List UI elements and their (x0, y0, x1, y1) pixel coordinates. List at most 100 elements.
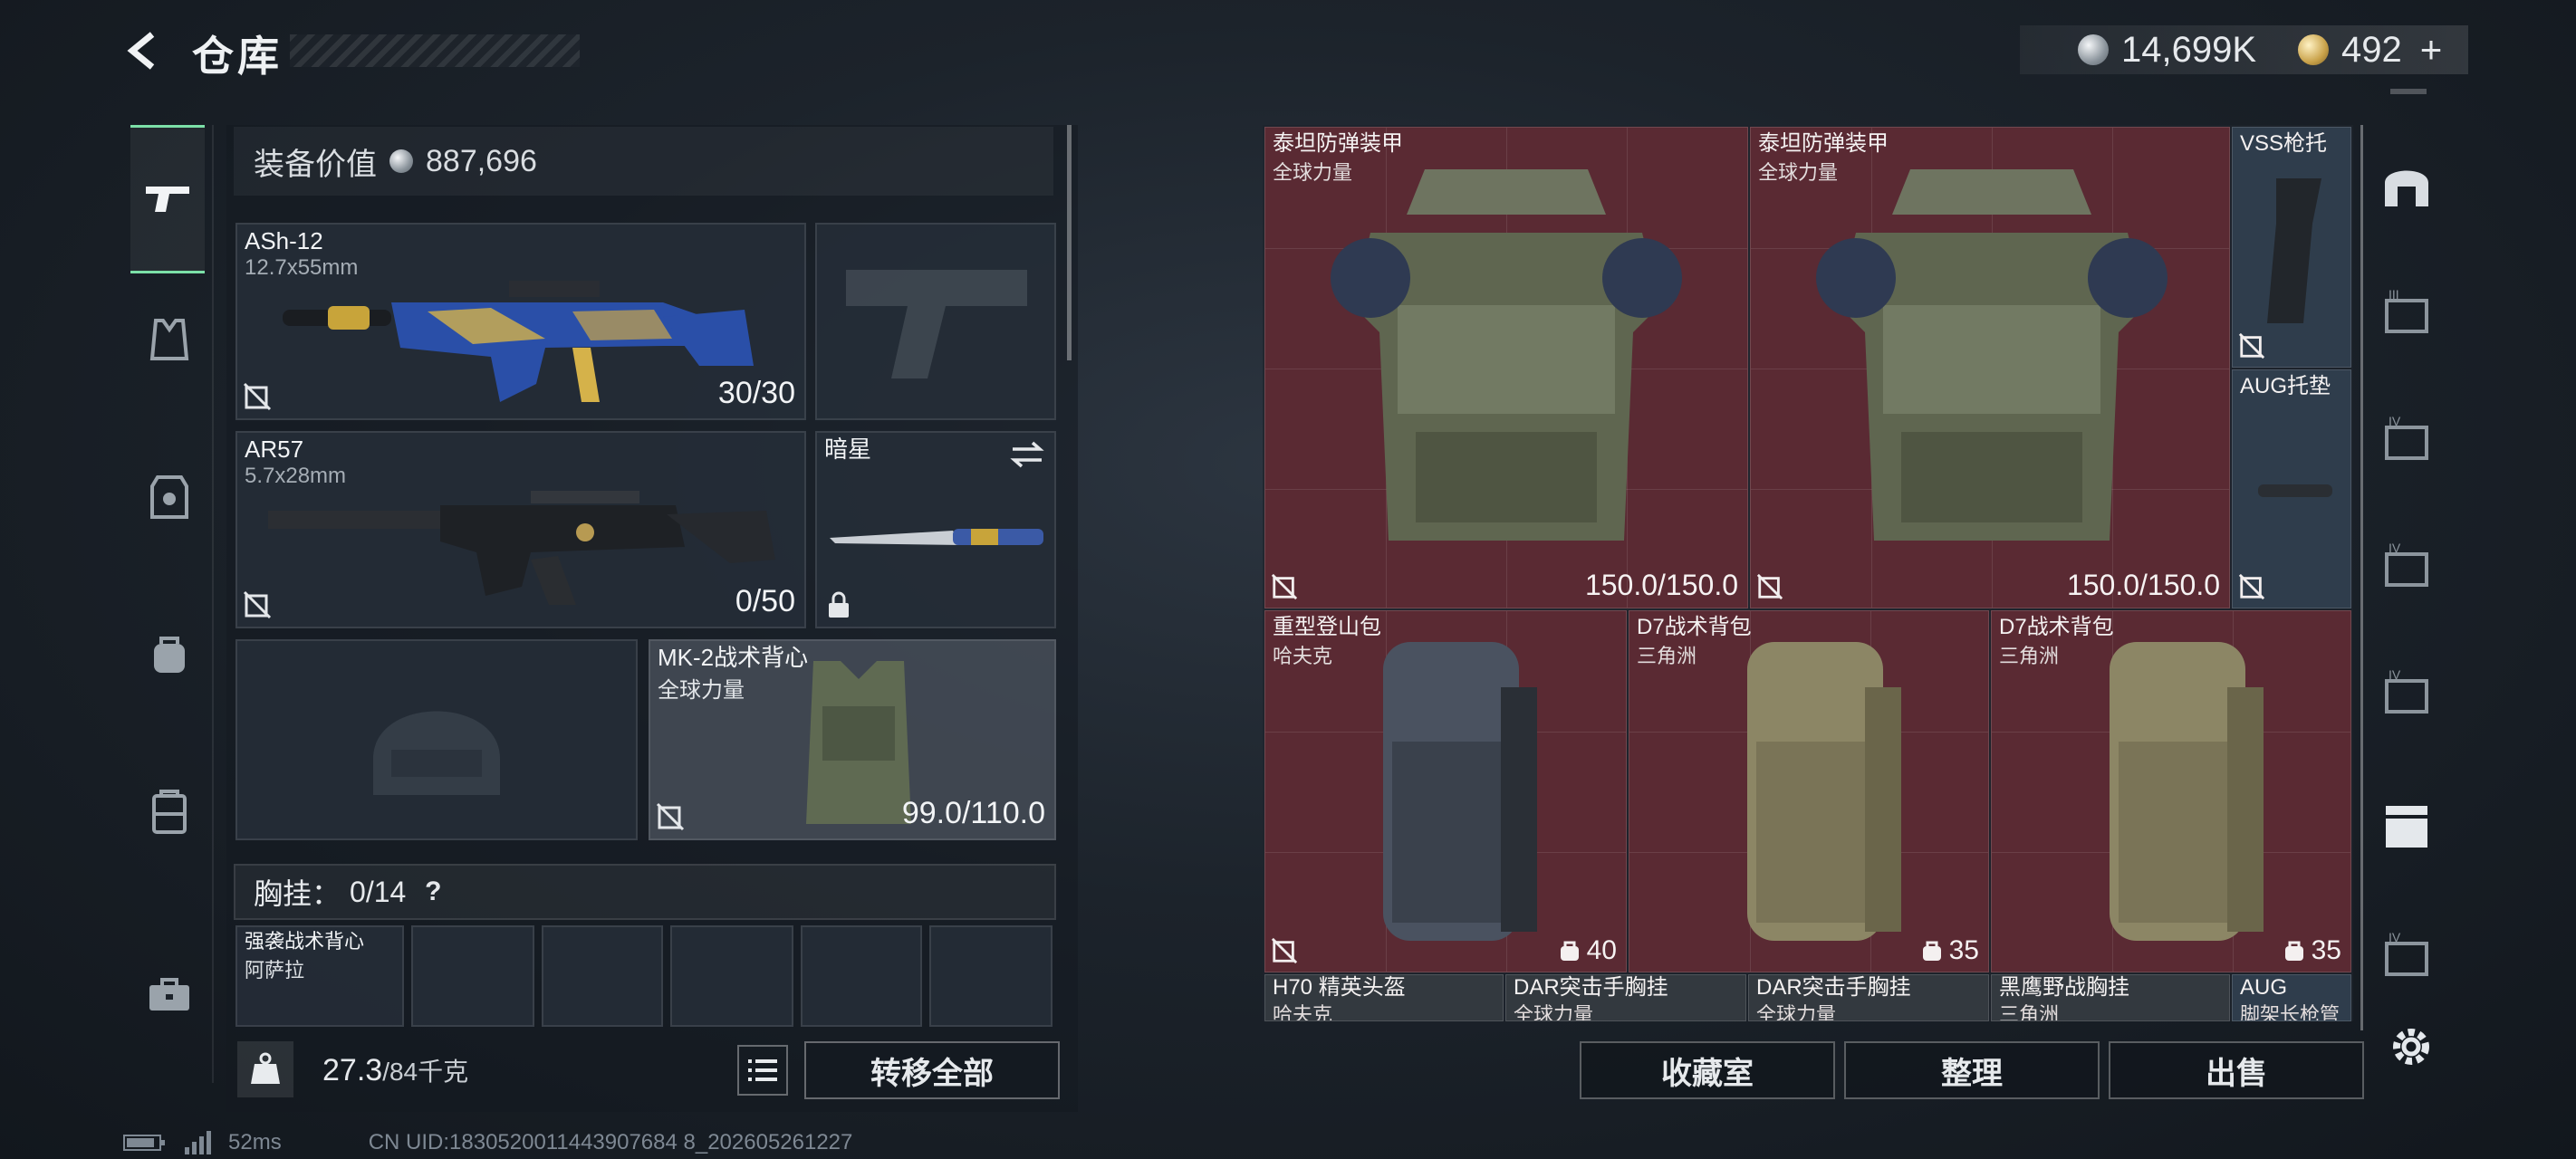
no-insure-icon (1271, 573, 1298, 600)
storage-box-icon: IV (2385, 931, 2428, 976)
item-name: 强袭战术背心 (245, 930, 365, 953)
uid-text: CN UID:1830520011443907684 8_20260526122… (368, 1130, 853, 1154)
no-insure-icon (243, 382, 272, 411)
rifle-image (283, 281, 754, 402)
rail-item-case[interactable] (132, 775, 207, 849)
helmet-silhouette-icon (373, 711, 500, 795)
tab-storage-4b[interactable]: IV (2372, 532, 2441, 601)
storage-item[interactable]: VSS枪托 (2232, 127, 2351, 368)
storage-box-icon: IV (2385, 668, 2428, 714)
rail-item-weapons[interactable] (130, 125, 205, 273)
item-name: VSS枪托 (2240, 131, 2328, 156)
rail-item-vest[interactable] (132, 302, 207, 377)
rail-handle (2390, 89, 2427, 94)
durability: 150.0/150.0 (2066, 569, 2220, 601)
loadout-scrollbar[interactable] (1067, 125, 1072, 360)
rig-slot[interactable] (411, 925, 534, 1027)
storage-item[interactable]: H70 精英头盔 哈夫克 (1264, 974, 1504, 1021)
chest-rig-bar: 胸挂： 0/14 ? (234, 864, 1056, 920)
storage-box-icon: IV (2385, 541, 2428, 587)
armor-slot[interactable]: MK-2战术背心 全球力量 99.0/110.0 (649, 639, 1056, 840)
case-icon (152, 790, 187, 834)
page-title: 仓库 (192, 33, 283, 80)
equipment-value-label: 装备价值 (254, 147, 377, 182)
storage-item[interactable]: AUG托垫 (2232, 369, 2351, 608)
collection-room-button[interactable]: 收藏室 (1580, 1041, 1835, 1099)
add-currency-button[interactable]: + (2420, 28, 2443, 72)
rig-slot[interactable] (929, 925, 1053, 1027)
storage-item[interactable]: D7战术背包 三角洲 35 (1629, 610, 1989, 972)
storage-item[interactable]: AUG 脚架长枪管 (2232, 974, 2351, 1021)
storage-item[interactable]: D7战术背包 三角洲 35 (1991, 610, 2351, 972)
help-icon[interactable]: ? (415, 874, 451, 910)
swap-icon[interactable] (1009, 440, 1045, 469)
item-name: 黑鹰野战胸挂 (1999, 975, 2129, 1000)
bag-capacity-icon (2284, 941, 2303, 961)
rail-item-armor[interactable] (132, 460, 207, 534)
transfer-all-button[interactable]: 转移全部 (804, 1041, 1060, 1099)
item-sub: 全球力量 (1514, 1003, 1594, 1021)
back-button[interactable] (118, 25, 168, 76)
organize-button[interactable]: 整理 (1844, 1041, 2100, 1099)
capacity: 40 (1558, 935, 1617, 966)
settings-button[interactable] (2386, 1021, 2437, 1072)
tab-all[interactable] (2372, 152, 2441, 221)
pistol-slot[interactable] (815, 223, 1056, 420)
item-name: AUG托垫 (2240, 374, 2331, 398)
signal-icon (185, 1131, 211, 1154)
tab-storage-special[interactable] (2372, 795, 2441, 864)
rig-slot[interactable] (801, 925, 922, 1027)
sell-button[interactable]: 出售 (2109, 1041, 2364, 1099)
storage-tab-rail: III IV IV IV IV (2360, 89, 2444, 1030)
storage-item[interactable]: 泰坦防弹装甲 全球力量 150.0/150.0 (1750, 127, 2230, 608)
primary-weapon-slot[interactable]: ASh-12 12.7x55mm 30/30 (235, 223, 806, 420)
tab-storage-3[interactable]: III (2372, 279, 2441, 348)
helmet-slot[interactable] (235, 639, 638, 840)
rifle-image (268, 491, 775, 605)
storage-item[interactable]: 泰坦防弹装甲 全球力量 150.0/150.0 (1264, 127, 1748, 608)
tab-storage-4c[interactable]: IV (2372, 659, 2441, 728)
durability: 99.0/110.0 (901, 796, 1045, 830)
capacity: 35 (1920, 935, 1979, 966)
body-armor-image (1816, 169, 2167, 541)
svg-text:IV: IV (2389, 541, 2401, 555)
armor-icon (150, 475, 188, 519)
header: 仓库 14,699K 492 + (0, 0, 2576, 109)
no-insure-icon (2238, 573, 2265, 600)
storage-box-icon: III (2385, 288, 2428, 333)
backpack-image (1383, 642, 1537, 941)
storage-item[interactable]: 黑鹰野战胸挂 三角洲 (1991, 974, 2230, 1021)
storage-box-icon: IV (2385, 415, 2428, 460)
storage-item[interactable]: DAR突击手胸挂 全球力量 (1748, 974, 1989, 1021)
svg-text:III: III (2389, 288, 2399, 302)
backpack-image (1747, 642, 1901, 941)
secondary-weapon-slot[interactable]: AR57 5.7x28mm 0/50 (235, 431, 806, 628)
tab-storage-4a[interactable]: IV (2372, 406, 2441, 474)
list-view-button[interactable] (737, 1045, 788, 1096)
item-name: ASh-12 (245, 227, 323, 254)
rig-slot[interactable] (542, 925, 663, 1027)
body-armor-image (1331, 169, 1682, 541)
status-bar: 52ms CN UID:1830520011443907684 8_202605… (123, 1130, 852, 1155)
melee-slot[interactable]: 暗星 (815, 431, 1056, 628)
item-sub: 三角洲 (1637, 645, 1697, 667)
stock-pad-image (2258, 484, 2332, 497)
no-insure-icon (2238, 332, 2265, 359)
item-sub: 哈夫克 (1273, 1003, 1333, 1021)
rig-item-slot[interactable]: 强袭战术背心 阿萨拉 (235, 925, 404, 1027)
storage-item[interactable]: 重型登山包 哈夫克 40 (1264, 610, 1627, 972)
weight-current: 27.3 (322, 1053, 383, 1087)
storage-item[interactable]: DAR突击手胸挂 全球力量 (1505, 974, 1746, 1021)
lock-icon (829, 591, 849, 618)
durability: 150.0/150.0 (1584, 569, 1738, 601)
bag-capacity-icon (1922, 941, 1941, 961)
tab-storage-4d[interactable]: IV (2372, 922, 2441, 991)
rig-slot[interactable] (670, 925, 793, 1027)
item-sub: 哈夫克 (1273, 645, 1333, 667)
item-name: AUG (2240, 975, 2288, 1000)
rail-item-backpack[interactable] (132, 618, 207, 692)
rail-item-toolbox[interactable] (132, 958, 207, 1032)
pistol-icon (146, 187, 189, 212)
category-rail (120, 125, 214, 1083)
no-insure-icon (656, 802, 685, 831)
